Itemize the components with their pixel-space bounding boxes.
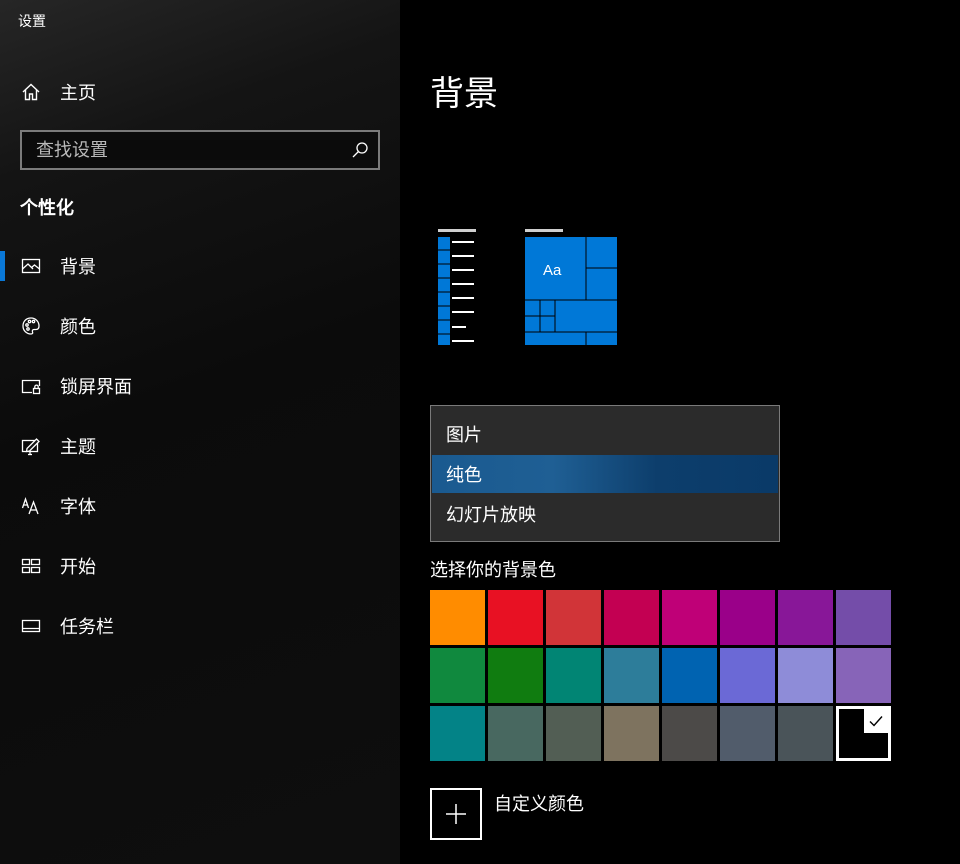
color-swatch[interactable] (836, 706, 891, 761)
color-swatch[interactable] (720, 590, 775, 645)
color-swatch[interactable] (546, 706, 601, 761)
sidebar: 设置 主页 个性化 (0, 0, 400, 864)
home-icon (20, 81, 42, 103)
sidebar-item-start[interactable]: 开始 (0, 546, 400, 586)
checkmark-icon (864, 709, 888, 733)
color-section-label: 选择你的背景色 (430, 560, 556, 581)
color-swatch[interactable] (604, 706, 659, 761)
color-swatch[interactable] (430, 590, 485, 645)
home-label: 主页 (60, 83, 96, 104)
search-box[interactable] (20, 130, 380, 170)
color-swatch[interactable] (488, 648, 543, 703)
color-swatch[interactable] (488, 706, 543, 761)
sidebar-item-label: 锁屏界面 (60, 377, 132, 398)
background-preview: Aa (430, 220, 630, 350)
font-icon (20, 495, 42, 517)
color-swatch[interactable] (604, 590, 659, 645)
sidebar-item-label: 颜色 (60, 317, 96, 338)
theme-icon (20, 435, 42, 457)
sidebar-item-themes[interactable]: 主题 (0, 426, 400, 466)
color-swatch[interactable] (430, 706, 485, 761)
dropdown-option-slideshow[interactable]: 幻灯片放映 (432, 495, 778, 533)
color-swatch[interactable] (836, 590, 891, 645)
search-input[interactable] (22, 132, 342, 168)
dropdown-option-label: 幻灯片放映 (446, 505, 536, 526)
page-title: 背景 (430, 74, 498, 114)
search-icon[interactable] (350, 140, 370, 160)
color-swatch[interactable] (488, 590, 543, 645)
color-swatch[interactable] (662, 648, 717, 703)
dropdown-option-solid-color[interactable]: 纯色 (432, 455, 778, 493)
dropdown-option-label: 图片 (446, 425, 482, 446)
sidebar-item-taskbar[interactable]: 任务栏 (0, 606, 400, 646)
preview-tile-text: Aa (543, 262, 562, 279)
taskbar-icon (20, 615, 42, 637)
sidebar-item-label: 字体 (60, 497, 96, 518)
dropdown-option-picture[interactable]: 图片 (432, 415, 778, 453)
dropdown-option-label: 纯色 (446, 465, 482, 486)
color-swatch[interactable] (720, 648, 775, 703)
main-content: 背景 Aa 图片 纯色 幻灯片放映 选择你的背景色 自定义颜色 (400, 0, 960, 864)
app-title: 设置 (18, 14, 46, 30)
plus-icon (446, 804, 466, 824)
sidebar-item-fonts[interactable]: 字体 (0, 486, 400, 526)
sidebar-item-background[interactable]: 背景 (0, 246, 400, 286)
color-swatch[interactable] (546, 590, 601, 645)
sidebar-item-colors[interactable]: 颜色 (0, 306, 400, 346)
nav-list: 背景 颜色 锁屏界面 主题 字体 开始 任务栏 (0, 246, 400, 666)
sidebar-item-label: 开始 (60, 557, 96, 578)
color-swatch[interactable] (778, 706, 833, 761)
custom-color-button[interactable] (430, 788, 482, 840)
color-swatch[interactable] (836, 648, 891, 703)
palette-icon (20, 315, 42, 337)
color-swatch[interactable] (778, 590, 833, 645)
background-type-dropdown[interactable]: 图片 纯色 幻灯片放映 (430, 405, 780, 542)
picture-icon (20, 255, 42, 277)
start-icon (20, 555, 42, 577)
section-title: 个性化 (20, 198, 74, 219)
color-swatch[interactable] (662, 706, 717, 761)
color-swatch[interactable] (778, 648, 833, 703)
sidebar-item-label: 主题 (60, 437, 96, 458)
nav-home[interactable]: 主页 (0, 72, 400, 112)
sidebar-item-lock-screen[interactable]: 锁屏界面 (0, 366, 400, 406)
color-swatch[interactable] (662, 590, 717, 645)
color-swatch[interactable] (430, 648, 485, 703)
custom-color-label[interactable]: 自定义颜色 (494, 790, 584, 816)
color-swatch[interactable] (546, 648, 601, 703)
sidebar-item-label: 任务栏 (60, 617, 114, 638)
color-swatch[interactable] (720, 706, 775, 761)
sidebar-item-label: 背景 (60, 257, 96, 278)
lock-screen-icon (20, 375, 42, 397)
color-swatch[interactable] (604, 648, 659, 703)
